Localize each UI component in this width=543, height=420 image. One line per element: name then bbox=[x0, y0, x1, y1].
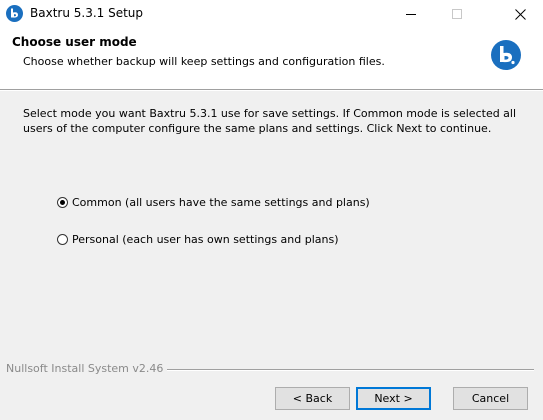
title-bar[interactable]: Baxtru 5.3.1 Setup bbox=[0, 0, 543, 31]
cancel-button[interactable]: Cancel bbox=[453, 387, 528, 410]
option-common[interactable]: Common (all users have the same settings… bbox=[57, 196, 370, 209]
next-button[interactable]: Next > bbox=[356, 387, 431, 410]
intro-text: Select mode you want Baxtru 5.3.1 use fo… bbox=[23, 107, 517, 135]
footer-divider bbox=[160, 369, 534, 371]
page-header: Choose user mode Choose whether backup w… bbox=[0, 31, 543, 89]
radio-personal[interactable] bbox=[57, 234, 68, 245]
option-personal[interactable]: Personal (each user has own settings and… bbox=[57, 233, 339, 246]
close-button[interactable] bbox=[497, 0, 543, 31]
option-personal-label[interactable]: Personal (each user has own settings and… bbox=[72, 233, 339, 246]
baxtru-app-icon bbox=[6, 5, 23, 22]
close-icon bbox=[514, 8, 526, 23]
maximize-button[interactable] bbox=[434, 0, 480, 31]
option-common-label[interactable]: Common (all users have the same settings… bbox=[72, 196, 370, 209]
window-title: Baxtru 5.3.1 Setup bbox=[30, 6, 144, 20]
radio-common[interactable] bbox=[57, 197, 68, 208]
header-divider bbox=[0, 89, 543, 91]
page-subtitle: Choose whether backup will keep settings… bbox=[23, 55, 385, 68]
minimize-button[interactable] bbox=[388, 0, 434, 31]
maximize-icon bbox=[452, 9, 462, 22]
page-title: Choose user mode bbox=[12, 35, 137, 49]
setup-window: Baxtru 5.3.1 Setup Choose user mode Choo… bbox=[0, 0, 543, 420]
minimize-icon bbox=[406, 9, 416, 22]
baxtru-logo-icon bbox=[491, 40, 521, 70]
branding-text: Nullsoft Install System v2.46 bbox=[6, 362, 168, 375]
back-button[interactable]: < Back bbox=[275, 387, 350, 410]
